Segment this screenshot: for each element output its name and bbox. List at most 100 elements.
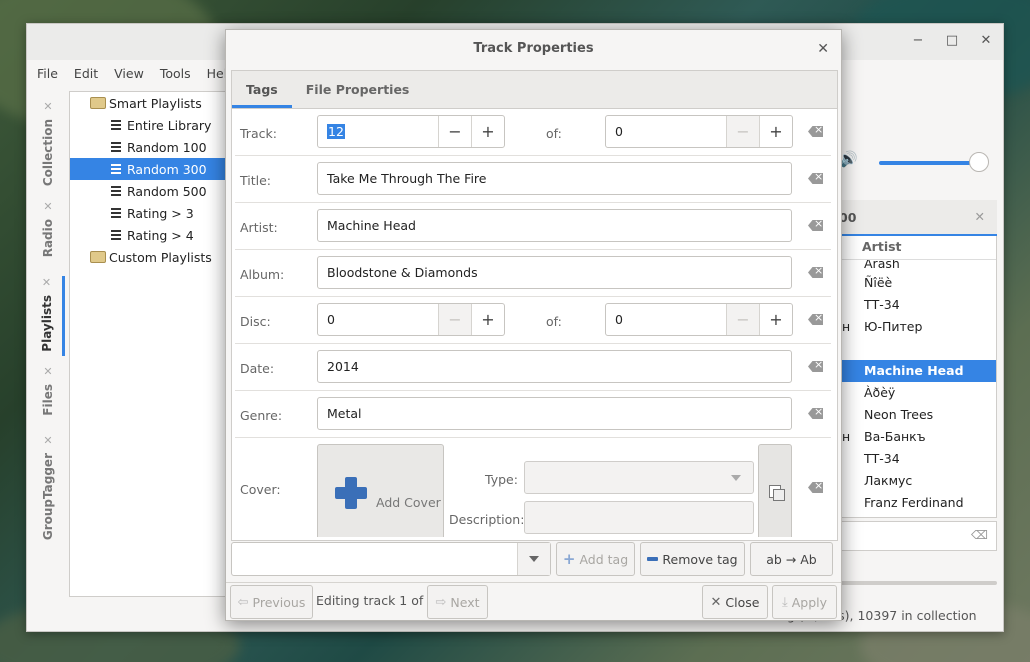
disc-number-stepper[interactable]: 0 − +	[317, 303, 505, 336]
tree-item-random-100[interactable]: Random 100	[70, 136, 228, 158]
playlist-filter-input[interactable]: ⌫	[839, 521, 997, 551]
decrement-icon[interactable]: −	[726, 304, 759, 335]
close-icon[interactable]: ✕	[43, 365, 52, 378]
tree-item-smart-playlists[interactable]: Smart Playlists	[70, 92, 228, 114]
maximize-icon[interactable]: □	[943, 33, 961, 48]
artist-column-header[interactable]: Artist	[840, 236, 996, 260]
tab-grouptagger[interactable]: ✕ GroupTagger	[31, 434, 65, 544]
clear-icon[interactable]	[808, 173, 823, 184]
increment-icon[interactable]: +	[759, 304, 792, 335]
date-input[interactable]: 2014	[317, 350, 792, 383]
clear-icon[interactable]	[808, 267, 823, 278]
tab-radio[interactable]: ✕ Radio	[31, 200, 65, 270]
close-icon[interactable]: ✕	[817, 30, 829, 68]
tree-item-entire-library[interactable]: Entire Library	[70, 114, 228, 136]
close-window-icon[interactable]: ✕	[977, 33, 995, 48]
track-total-stepper[interactable]: 0 − +	[605, 115, 793, 148]
increment-icon[interactable]: +	[471, 116, 504, 147]
field-row-disc: Disc: 0 − + of: 0 − +	[235, 297, 831, 344]
table-row[interactable]: н Ва-Банкъ	[840, 426, 996, 448]
volume-slider[interactable]	[879, 161, 975, 165]
chevron-down-icon[interactable]	[517, 543, 550, 575]
tab-collection[interactable]: ✕ Collection	[31, 100, 65, 190]
clear-icon[interactable]	[808, 482, 823, 493]
clear-icon[interactable]	[808, 220, 823, 231]
close-icon[interactable]: ✕	[43, 434, 52, 447]
clear-icon[interactable]	[808, 314, 823, 325]
button-label: ab → Ab	[766, 551, 817, 567]
clear-icon[interactable]	[808, 361, 823, 372]
menu-view[interactable]: View	[106, 64, 152, 86]
table-row[interactable]: Franz Ferdinand	[840, 492, 996, 514]
tab-playlists[interactable]: ✕ Playlists	[31, 276, 65, 356]
close-icon[interactable]: ✕	[43, 100, 52, 113]
table-row[interactable]: ТТ-34	[840, 448, 996, 470]
playlist-tab[interactable]: 00 ✕	[839, 200, 997, 236]
stepper-value[interactable]: 0	[606, 116, 726, 147]
increment-icon[interactable]: +	[471, 304, 504, 335]
cover-description-input[interactable]	[524, 501, 754, 534]
table-row[interactable]: Machine Head	[840, 360, 996, 382]
clear-icon[interactable]: ⌫	[971, 528, 988, 542]
genre-input[interactable]: Metal	[317, 397, 792, 430]
decrement-icon[interactable]: −	[438, 116, 471, 147]
arrow-left-icon: ⇦	[237, 594, 249, 610]
clear-icon[interactable]	[808, 126, 823, 137]
previous-button[interactable]: ⇦ Previous	[230, 585, 313, 619]
field-label: of:	[546, 126, 562, 141]
tree-item-random-300[interactable]: Random 300	[70, 158, 228, 180]
menu-edit[interactable]: Edit	[66, 64, 106, 86]
tree-item-rating-4[interactable]: Rating > 4	[70, 224, 228, 246]
tree-item-rating-3[interactable]: Rating > 3	[70, 202, 228, 224]
menu-tools[interactable]: Tools	[152, 64, 199, 86]
next-button[interactable]: ⇨ Next	[427, 585, 488, 619]
close-icon[interactable]: ✕	[43, 200, 52, 213]
artist-cell: ТТ-34	[864, 297, 900, 312]
title-input[interactable]: Take Me Through The Fire	[317, 162, 792, 195]
clear-icon[interactable]	[808, 408, 823, 419]
stepper-value[interactable]: 12	[318, 116, 438, 147]
close-button[interactable]: ✕ Close	[702, 585, 768, 619]
cover-type-select[interactable]	[524, 461, 754, 494]
minimize-icon[interactable]: −	[909, 33, 927, 48]
minus-icon	[647, 557, 659, 561]
close-tab-icon[interactable]: ✕	[975, 209, 985, 224]
tab-file-properties[interactable]: File Properties	[292, 71, 424, 108]
apply-button[interactable]: ⤓ Apply	[772, 585, 837, 619]
add-cover-button[interactable]: Add Cover	[317, 444, 444, 537]
tag-name-combo[interactable]	[231, 542, 551, 576]
title-case-button[interactable]: ab → Ab	[750, 542, 833, 576]
table-row[interactable]: Ñîëè	[840, 272, 996, 294]
track-number-stepper[interactable]: 12 − +	[317, 115, 505, 148]
table-row[interactable]: Àðèÿ	[840, 382, 996, 404]
stepper-value[interactable]: 0	[606, 304, 726, 335]
decrement-icon[interactable]: −	[726, 116, 759, 147]
table-row[interactable]	[840, 338, 996, 360]
remove-tag-button[interactable]: Remove tag	[640, 542, 745, 576]
tab-files[interactable]: ✕ Files	[31, 365, 65, 435]
volume-slider-handle[interactable]	[969, 152, 989, 172]
cover-options-button[interactable]	[758, 444, 792, 537]
table-row[interactable]: н Ю-Питер	[840, 316, 996, 338]
table-row[interactable]: Arash	[840, 260, 996, 272]
artist-input[interactable]: Machine Head	[317, 209, 792, 242]
close-icon[interactable]: ✕	[42, 276, 51, 289]
add-tag-button[interactable]: + Add tag	[556, 542, 635, 576]
playlist-view: Artist Arash Ñîëè ТТ-34 н Ю-Питер Machine…	[839, 236, 997, 518]
field-label: of:	[546, 314, 562, 329]
table-row[interactable]: ТТ-34	[840, 294, 996, 316]
editing-status: Editing track 1 of 1	[316, 593, 436, 608]
horizontal-scrollbar[interactable]	[839, 581, 997, 585]
increment-icon[interactable]: +	[759, 116, 792, 147]
tree-item-custom-playlists[interactable]: Custom Playlists	[70, 246, 228, 268]
table-row[interactable]: Лакмус	[840, 470, 996, 492]
tab-tags[interactable]: Tags	[232, 71, 292, 108]
stepper-value[interactable]: 0	[318, 304, 438, 335]
disc-total-stepper[interactable]: 0 − +	[605, 303, 793, 336]
decrement-icon[interactable]: −	[438, 304, 471, 335]
table-row[interactable]: Neon Trees	[840, 404, 996, 426]
menu-file[interactable]: File	[29, 64, 66, 86]
tree-item-random-500[interactable]: Random 500	[70, 180, 228, 202]
album-input[interactable]: Bloodstone & Diamonds	[317, 256, 792, 289]
dialog-title: Track Properties	[473, 41, 594, 56]
